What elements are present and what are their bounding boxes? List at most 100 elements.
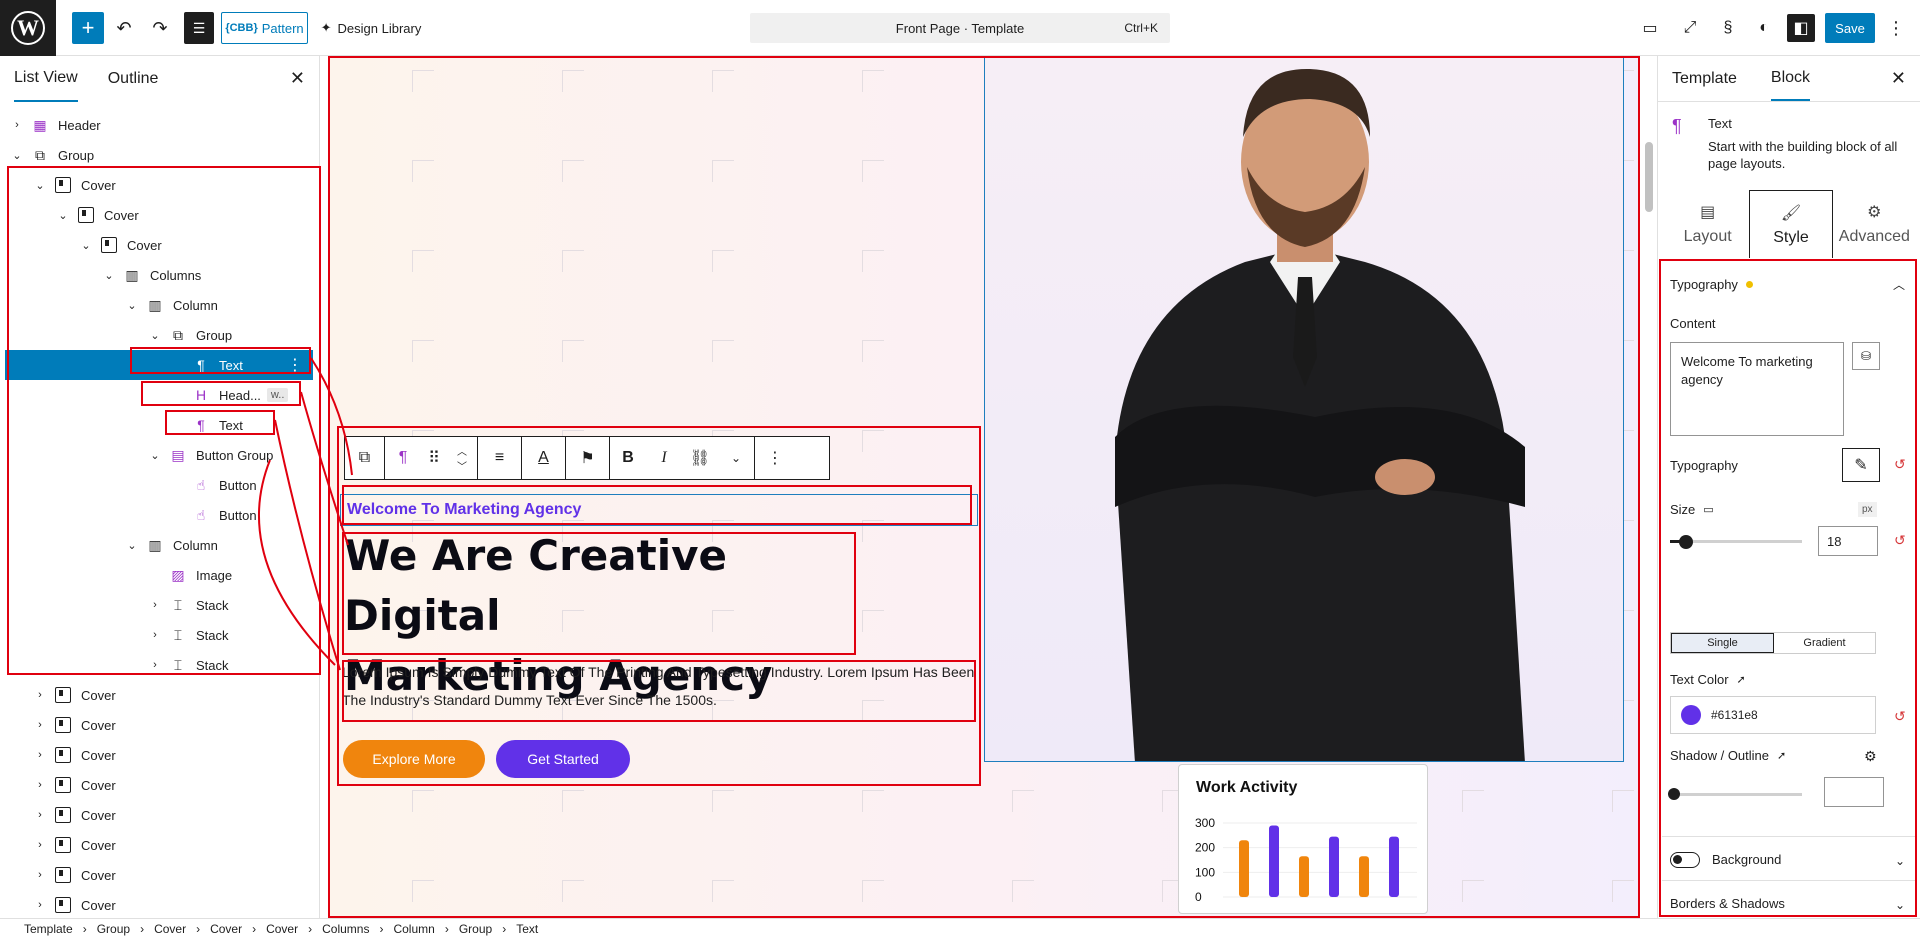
list-view-row[interactable]: ¶ Text ⋮	[5, 350, 313, 380]
text-color-button[interactable]: A	[522, 437, 566, 479]
chevron-down-icon[interactable]: ⌄	[125, 299, 139, 312]
list-view-row[interactable]: H Head... w..	[0, 380, 315, 410]
list-view-row[interactable]: › ⌶ Stack	[0, 650, 315, 680]
typography-edit-button[interactable]: ✎	[1842, 448, 1880, 482]
chevron-right-icon[interactable]: ›	[33, 839, 47, 851]
list-view-row[interactable]: ⌄ Cover	[0, 170, 315, 200]
list-view-row[interactable]: › Cover	[0, 860, 315, 890]
get-started-button[interactable]: Get Started	[496, 740, 630, 778]
external-preview-button[interactable]: ⤢	[1676, 14, 1704, 42]
tab-style[interactable]: 🖌 Style	[1749, 190, 1833, 258]
chevron-down-icon[interactable]: ⌄	[56, 209, 70, 222]
list-view-row[interactable]: › ⌶ Stack	[0, 590, 315, 620]
chevron-right-icon[interactable]: ›	[33, 869, 47, 881]
list-view-row[interactable]: › Cover	[0, 890, 315, 918]
chevron-right-icon[interactable]: ›	[148, 629, 162, 641]
chevron-right-icon[interactable]: ›	[33, 719, 47, 731]
shadow-slider-track[interactable]	[1670, 793, 1802, 796]
chevron-up-icon[interactable]: ︿	[1893, 276, 1905, 293]
paragraph-block-button[interactable]: ¶	[385, 437, 421, 479]
undo-button[interactable]: ↶	[110, 12, 138, 44]
chevron-down-icon[interactable]: ⌄	[148, 329, 162, 342]
desktop-preview-button[interactable]: ▭	[1636, 14, 1664, 42]
breadcrumb-item[interactable]: Cover ›	[210, 922, 266, 936]
redo-button[interactable]: ↷	[146, 12, 174, 44]
editor-canvas[interactable]: ⧉ ¶ ⠿ ︿ ﹀ ≡ A ⚑ B I ⛓ ⌄ ⋮ Welcome To Mark…	[328, 56, 1640, 918]
breadcrumb-item[interactable]: Cover ›	[266, 922, 322, 936]
settings-sidebar-toggle[interactable]: ◧	[1787, 14, 1815, 42]
gradient-option[interactable]: Gradient	[1774, 633, 1875, 653]
content-textarea[interactable]: Welcome To marketing agency	[1670, 342, 1844, 436]
save-button[interactable]: Save	[1825, 13, 1875, 43]
tab-list-view[interactable]: List View	[14, 56, 78, 102]
chevron-down-icon[interactable]: ⌄	[1895, 898, 1905, 912]
more-formats-button[interactable]: ⌄	[718, 437, 754, 479]
tab-outline[interactable]: Outline	[108, 56, 159, 102]
pattern-button[interactable]: {CBB} Pattern	[221, 12, 308, 44]
chevron-down-icon[interactable]: ⌄	[125, 539, 139, 552]
list-view-row[interactable]: ⌄ ▥ Columns	[0, 260, 315, 290]
chevron-down-icon[interactable]: ⌄	[102, 269, 116, 282]
list-view-row[interactable]: › Cover	[0, 710, 315, 740]
list-view-row[interactable]: ☝ Button	[0, 500, 315, 530]
eyebrow-text[interactable]: Welcome To Marketing Agency	[340, 494, 978, 526]
list-view-row[interactable]: ⌄ ▥ Column	[0, 290, 315, 320]
design-library-button[interactable]: ✦ Design Library	[316, 12, 426, 44]
link-button[interactable]: ⛓	[682, 437, 718, 479]
chevron-right-icon[interactable]: ›	[10, 119, 24, 131]
list-view-row[interactable]: ⌄ ▥ Column	[0, 530, 315, 560]
tab-advanced[interactable]: ⚙ Advanced	[1833, 190, 1916, 258]
shadow-slider-thumb[interactable]	[1668, 788, 1680, 800]
list-view-row[interactable]: › Cover	[0, 680, 315, 710]
chevron-right-icon[interactable]: ›	[33, 689, 47, 701]
list-view-row[interactable]: ⌄ Cover	[0, 230, 315, 260]
borders-label[interactable]: Borders & Shadows	[1670, 896, 1785, 911]
chevron-right-icon[interactable]: ›	[148, 599, 162, 611]
move-up-down-button[interactable]: ︿ ﹀	[447, 437, 477, 479]
hero-paragraph[interactable]: Lorem Ipsum Is Simply Dummy Text Of The …	[342, 658, 992, 714]
italic-button[interactable]: I	[646, 437, 682, 479]
command-palette-bar[interactable]: Front Page · Template Ctrl+K	[750, 13, 1170, 43]
reset-size-icon[interactable]: ↺	[1894, 532, 1906, 549]
list-view-row[interactable]: › Cover	[0, 740, 315, 770]
list-view-row[interactable]: › ▦ Header	[0, 110, 315, 140]
chevron-down-icon[interactable]: ⌄	[148, 449, 162, 462]
more-vertical-icon[interactable]: ⋮	[287, 355, 303, 375]
canvas-scrollbar[interactable]	[1642, 56, 1656, 918]
breadcrumb-item[interactable]: Group ›	[459, 922, 516, 936]
chevron-down-icon[interactable]: ⌄	[33, 179, 47, 192]
tab-block[interactable]: Block	[1770, 56, 1811, 101]
typography-panel-header[interactable]: Typography	[1670, 274, 1753, 294]
stackable-button[interactable]: §	[1714, 14, 1742, 42]
chevron-right-icon[interactable]: ›	[33, 899, 47, 911]
breadcrumb-item[interactable]: Text	[516, 922, 538, 936]
chevron-right-icon[interactable]: ›	[33, 749, 47, 761]
chevron-right-icon[interactable]: ›	[33, 779, 47, 791]
explore-more-button[interactable]: Explore More	[343, 740, 485, 778]
list-view-row[interactable]: › Cover	[0, 830, 315, 860]
breadcrumb-item[interactable]: Group ›	[97, 922, 154, 936]
chevron-right-icon[interactable]: ›	[33, 809, 47, 821]
scrollbar-thumb[interactable]	[1645, 142, 1653, 212]
reset-color-icon[interactable]: ↺	[1894, 708, 1906, 725]
list-view-row[interactable]: ☝ Button	[0, 470, 315, 500]
align-text-button[interactable]: ≡	[478, 437, 522, 479]
breadcrumb-item[interactable]: Template ›	[24, 922, 97, 936]
shadow-input[interactable]	[1824, 777, 1884, 807]
dynamic-content-button[interactable]: ⛁	[1852, 342, 1880, 370]
add-block-button[interactable]: +	[72, 12, 104, 44]
bold-button[interactable]: B	[610, 437, 646, 479]
size-slider-thumb[interactable]	[1678, 535, 1693, 549]
close-settings-button[interactable]: ✕	[1891, 68, 1906, 89]
list-view-row[interactable]: › ⌶ Stack	[0, 620, 315, 650]
list-view-row[interactable]: ▨ Image	[0, 560, 315, 590]
list-view-row[interactable]: ⌄ ▤ Button Group	[0, 440, 315, 470]
reset-typography-icon[interactable]: ↺	[1894, 456, 1906, 473]
list-view-row[interactable]: ⌄ Cover	[0, 200, 315, 230]
single-option[interactable]: Single	[1671, 633, 1774, 653]
wordpress-logo-button[interactable]: W	[0, 0, 56, 56]
hero-image[interactable]	[984, 56, 1624, 762]
list-view-row[interactable]: ⌄ ⧉ Group	[0, 140, 315, 170]
background-toggle[interactable]	[1670, 852, 1700, 868]
list-view-row[interactable]: › Cover	[0, 800, 315, 830]
